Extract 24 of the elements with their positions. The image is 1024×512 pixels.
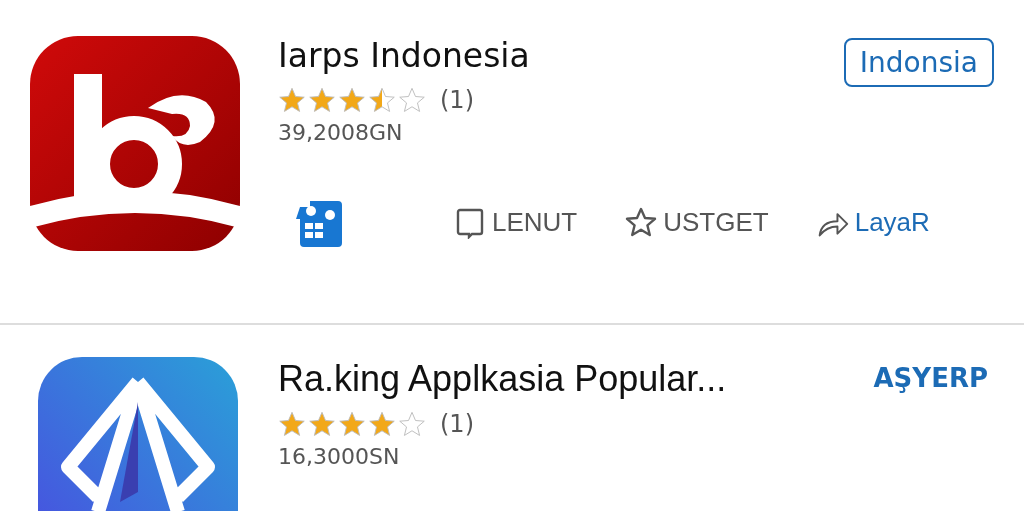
comment-button[interactable]: LENUT — [454, 206, 578, 239]
app-logo-icon — [30, 36, 240, 251]
star-icon — [338, 85, 366, 114]
comment-icon — [454, 206, 486, 239]
star-icon — [625, 206, 658, 239]
star-button[interactable]: USTGET — [625, 206, 769, 239]
share-button[interactable]: LayaR — [816, 206, 930, 239]
star-icon — [338, 410, 366, 439]
star-icon — [278, 410, 306, 439]
rating-count: (1) — [440, 410, 474, 439]
star-icon — [308, 85, 336, 114]
install-button[interactable]: AŞYERP — [867, 357, 994, 399]
download-count: 16,3000SN — [278, 444, 401, 470]
star-icon — [278, 85, 306, 114]
app-title: Ra.king Applkasia Popular... — [278, 357, 727, 401]
star-icon — [308, 410, 336, 439]
star-icon — [398, 85, 426, 114]
install-button[interactable]: Indonsia — [843, 38, 994, 87]
star-icon — [368, 410, 396, 439]
app-title: Iarps Indonesia — [278, 36, 530, 76]
star-icon — [368, 85, 396, 114]
download-count: 39,2008GN — [278, 119, 404, 145]
rating-count: (1) — [440, 85, 474, 114]
star-icon — [398, 410, 426, 439]
